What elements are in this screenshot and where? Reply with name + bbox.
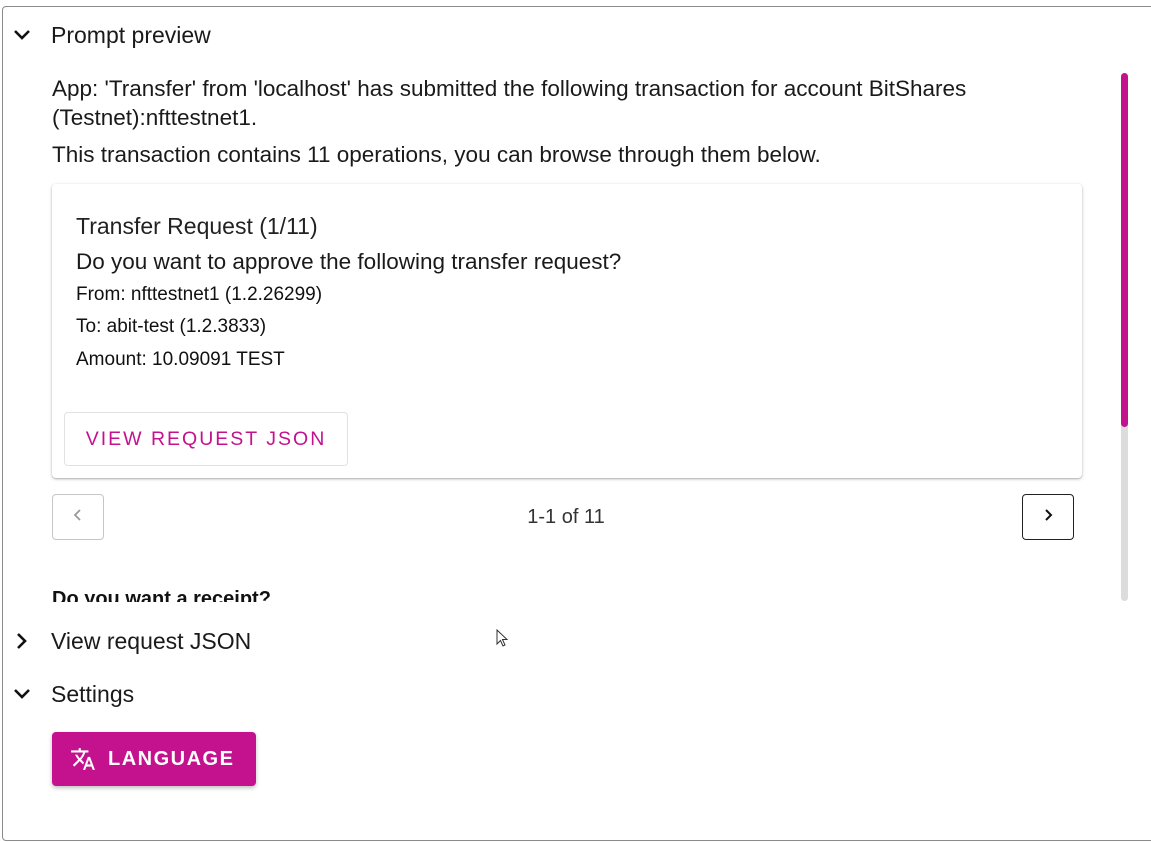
pager-label: 1-1 of 11 xyxy=(527,506,605,528)
scrollbar-thumb[interactable] xyxy=(1121,73,1128,427)
prompt-preview-title: Prompt preview xyxy=(51,21,211,48)
view-request-json-title: View request JSON xyxy=(51,627,252,654)
language-label: LANGUAGE xyxy=(108,747,235,770)
language-button[interactable]: LANGUAGE xyxy=(52,732,256,786)
next-page-button[interactable] xyxy=(1022,494,1074,540)
operation-title: Transfer Request (1/11) xyxy=(76,213,318,239)
prompt-preview-header[interactable]: Prompt preview xyxy=(0,20,211,50)
operation-card: Transfer Request (1/11) Do you want to a… xyxy=(52,184,1082,478)
chevron-right-icon xyxy=(1043,508,1053,527)
intro-text-line2: (Testnet):nfttestnet1. xyxy=(52,105,258,130)
previous-page-button[interactable] xyxy=(52,494,104,540)
settings-title: Settings xyxy=(51,680,135,707)
view-request-json-button[interactable]: VIEW REQUEST JSON xyxy=(64,412,348,466)
from-field: From: nfttestnet1 (1.2.26299) xyxy=(76,284,323,305)
receipt-clip: Do you want a receipt? xyxy=(0,588,1118,602)
chevron-right-icon xyxy=(11,630,33,652)
intro-text-line1: App: 'Transfer' from 'localhost' has sub… xyxy=(52,76,967,101)
chevron-down-icon xyxy=(11,24,33,46)
receipt-question: Do you want a receipt? xyxy=(52,588,271,602)
to-field: To: abit-test (1.2.3833) xyxy=(76,316,267,337)
operations-info: This transaction contains 11 operations,… xyxy=(52,142,821,167)
settings-header[interactable]: Settings xyxy=(0,679,134,709)
view-request-json-header[interactable]: View request JSON xyxy=(0,626,251,656)
translate-icon xyxy=(70,746,96,772)
chevron-down-icon xyxy=(11,683,33,705)
chevron-left-icon xyxy=(73,508,83,527)
mouse-cursor-icon xyxy=(496,628,510,654)
operation-question: Do you want to approve the following tra… xyxy=(76,249,622,274)
amount-field: Amount: 10.09091 TEST xyxy=(76,349,285,370)
